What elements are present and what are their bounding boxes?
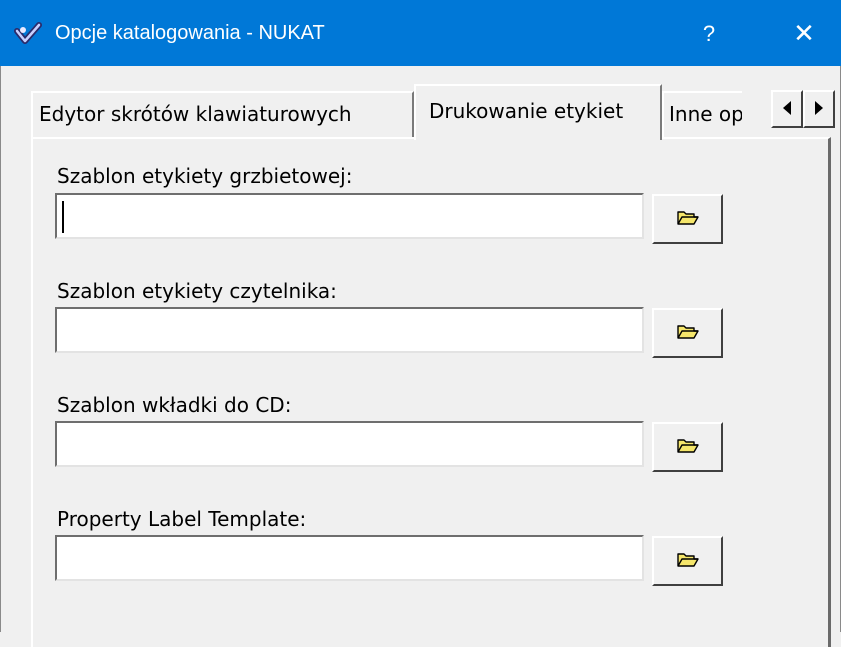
cd-insert-template-label: Szablon wkładki do CD: bbox=[57, 393, 292, 417]
reader-label-template-label: Szablon etykiety czytelnika: bbox=[57, 279, 337, 303]
tab-scroll-left-button[interactable] bbox=[771, 90, 803, 128]
folder-open-icon bbox=[676, 552, 699, 571]
folder-open-icon bbox=[676, 324, 699, 343]
tab-keyboard-shortcuts[interactable]: Edytor skrótów klawiaturowych bbox=[31, 91, 414, 137]
reader-label-template-input[interactable] bbox=[55, 307, 644, 353]
cd-insert-browse-button[interactable] bbox=[652, 422, 723, 472]
help-button[interactable]: ? bbox=[684, 14, 734, 54]
close-button[interactable]: ✕ bbox=[775, 14, 833, 54]
checkmark-shield-icon bbox=[14, 22, 42, 48]
arrow-left-icon bbox=[782, 100, 792, 119]
folder-open-icon bbox=[676, 438, 699, 457]
property-label-browse-button[interactable] bbox=[652, 536, 723, 586]
spine-label-template-input[interactable] bbox=[55, 193, 644, 239]
window-title: Opcje katalogowania - NUKAT bbox=[55, 22, 325, 44]
spine-label-browse-button[interactable] bbox=[652, 194, 723, 244]
tab-scroll-right-button[interactable] bbox=[803, 90, 835, 128]
arrow-right-icon bbox=[814, 100, 824, 119]
cd-insert-template-input[interactable] bbox=[55, 421, 644, 467]
text-cursor bbox=[62, 201, 64, 233]
property-label-template-label: Property Label Template: bbox=[57, 507, 307, 531]
folder-open-icon bbox=[676, 210, 699, 229]
spine-label-template-label: Szablon etykiety grzbietowej: bbox=[57, 164, 353, 188]
tab-other-options[interactable]: Inne opcje bbox=[662, 91, 742, 137]
property-label-template-input[interactable] bbox=[55, 535, 644, 581]
reader-label-browse-button[interactable] bbox=[652, 308, 723, 358]
title-bar[interactable]: Opcje katalogowania - NUKAT ? ✕ bbox=[0, 0, 841, 66]
tab-label-printing[interactable]: Drukowanie etykiet bbox=[414, 84, 662, 140]
